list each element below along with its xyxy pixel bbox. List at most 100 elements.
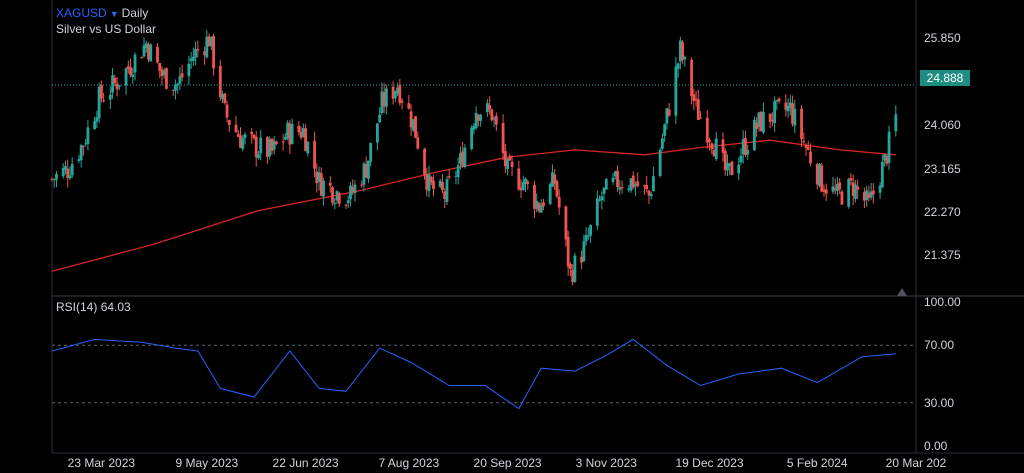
candle-body xyxy=(108,94,112,100)
candle-body xyxy=(82,146,85,148)
candle-body xyxy=(569,263,572,269)
candle-body xyxy=(124,68,128,86)
rsi-line xyxy=(51,338,896,410)
candle-body xyxy=(517,168,521,190)
candle-body xyxy=(887,131,891,163)
candle-body xyxy=(566,236,570,267)
candle-body xyxy=(227,120,231,125)
candle-body xyxy=(165,68,168,89)
candle-body xyxy=(501,123,505,154)
candle-body xyxy=(55,173,58,180)
candle-body xyxy=(241,138,245,150)
date-tick-label: 5 Feb 2024 xyxy=(786,456,848,470)
candle-body xyxy=(113,77,117,83)
candle-body xyxy=(218,65,222,98)
candle-body xyxy=(68,175,72,179)
candle-body xyxy=(595,198,599,226)
candle-body xyxy=(378,114,382,123)
candle-body xyxy=(777,98,781,102)
candle-body xyxy=(611,177,615,182)
candle-body xyxy=(400,100,404,103)
candle-body xyxy=(243,134,247,139)
candle-body xyxy=(337,193,341,204)
candle-body xyxy=(730,161,734,176)
candle-body xyxy=(676,63,680,69)
candle-body xyxy=(793,108,797,126)
candle-body xyxy=(333,202,337,205)
date-tick-label: 23 Mar 2023 xyxy=(67,456,136,470)
candle-body xyxy=(257,154,260,159)
candle-body xyxy=(699,117,702,119)
candle-body xyxy=(344,204,348,206)
date-tick-label: 19 Dec 2023 xyxy=(675,456,744,470)
rsi-value: 64.03 xyxy=(100,300,131,314)
candle-body xyxy=(856,186,860,190)
candle-body xyxy=(212,35,215,69)
chart-root[interactable]: XAGUSD ▼ Daily Silver vs US Dollar 24.888 … xyxy=(0,0,1024,473)
candle-body xyxy=(636,181,640,187)
candle-body xyxy=(225,104,229,118)
candle-body xyxy=(322,180,325,197)
candle-body xyxy=(398,84,402,104)
rsi-tick-label: 0.00 xyxy=(924,439,948,453)
rsi-tick-label: 100.00 xyxy=(924,295,961,309)
candle-body xyxy=(871,190,875,195)
candle-body xyxy=(250,131,254,135)
candle-body xyxy=(331,187,334,203)
candle-body xyxy=(129,67,132,76)
symbol-label[interactable]: XAGUSD xyxy=(56,6,107,20)
candle-body xyxy=(297,125,301,133)
candle-body xyxy=(714,138,718,160)
candle-body xyxy=(847,178,851,207)
candle-body xyxy=(508,156,512,161)
candle-body xyxy=(281,141,285,143)
candle-body xyxy=(548,184,552,204)
rsi-tick-label: 30.00 xyxy=(924,395,955,410)
candle-body xyxy=(306,141,310,154)
date-tick-label: 3 Nov 2023 xyxy=(575,456,637,470)
candle-body xyxy=(739,155,743,163)
dropdown-caret-icon[interactable]: ▼ xyxy=(110,9,119,19)
chart-canvas[interactable] xyxy=(0,0,1024,473)
candle-body xyxy=(708,139,711,142)
price-tick-label: 25.850 xyxy=(924,31,961,46)
candle-body xyxy=(367,160,370,179)
candle-body xyxy=(196,49,200,51)
candle-body xyxy=(589,225,592,236)
candle-body xyxy=(840,191,844,205)
candle-body xyxy=(710,143,714,150)
interval-label[interactable]: Daily xyxy=(122,6,149,20)
candle-body xyxy=(174,84,177,91)
candle-body xyxy=(652,176,655,192)
candle-body xyxy=(149,44,153,62)
candle-body xyxy=(510,161,514,167)
candle-body xyxy=(690,59,693,97)
candle-body xyxy=(806,146,810,150)
candle-body xyxy=(542,202,545,207)
candle-body xyxy=(290,123,294,144)
candle-body xyxy=(564,206,568,240)
candle-body xyxy=(353,184,357,194)
symbol-description: Silver vs US Dollar xyxy=(56,22,157,36)
candle-body xyxy=(506,158,509,170)
candle-body xyxy=(416,137,420,149)
candle-body xyxy=(809,151,812,164)
candle-body xyxy=(761,111,765,133)
candle-body xyxy=(432,180,435,189)
date-tick-label: 20 Mar 202 xyxy=(885,456,947,470)
candle-body xyxy=(721,139,725,153)
candle-body xyxy=(445,179,449,202)
candle-body xyxy=(539,204,543,213)
candle-body xyxy=(180,73,184,78)
candle-body xyxy=(820,165,824,192)
candle-body xyxy=(849,177,853,181)
candle-body xyxy=(494,116,498,125)
candle-body xyxy=(313,140,316,169)
rsi-tick-label: 70.00 xyxy=(924,338,955,353)
scroll-triangle-icon[interactable] xyxy=(897,288,907,296)
candle-body xyxy=(384,88,388,107)
date-tick-label: 7 Aug 2023 xyxy=(378,456,440,470)
candle-body xyxy=(824,189,828,194)
candle-body xyxy=(661,138,664,149)
candle-body xyxy=(346,200,350,204)
